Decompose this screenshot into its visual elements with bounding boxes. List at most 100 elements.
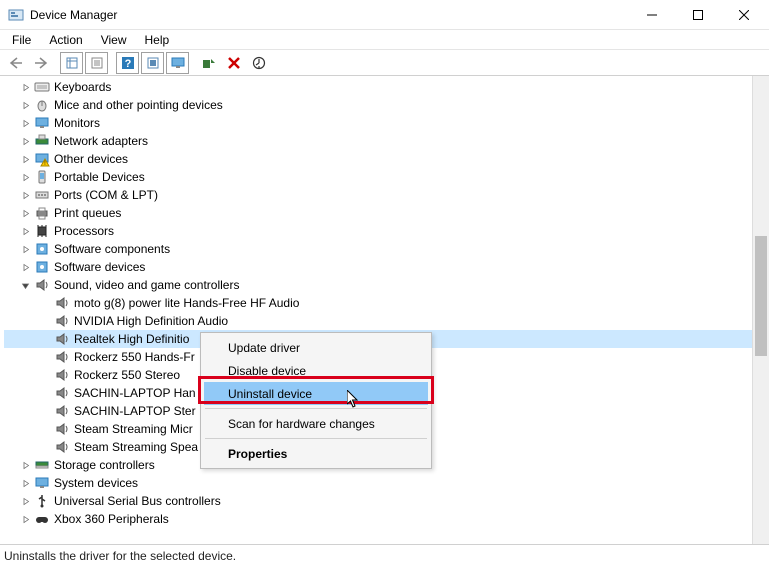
speaker-icon: [54, 385, 70, 401]
speaker-icon: [54, 367, 70, 383]
tree-category-label: Universal Serial Bus controllers: [54, 494, 221, 508]
statusbar: Uninstalls the driver for the selected d…: [0, 544, 769, 566]
context-menu-item[interactable]: Disable device: [204, 359, 428, 382]
cpu-icon: [34, 223, 50, 239]
menu-action[interactable]: Action: [41, 32, 90, 48]
scrollbar-thumb[interactable]: [755, 236, 767, 356]
device-tree[interactable]: Keyboards Mice and other pointing devices…: [0, 76, 752, 544]
expand-toggle[interactable]: [18, 188, 32, 202]
menubar: File Action View Help: [0, 30, 769, 50]
tree-category[interactable]: Processors: [4, 222, 752, 240]
tree-category-label: Mice and other pointing devices: [54, 98, 223, 112]
tree-category[interactable]: System devices: [4, 474, 752, 492]
context-menu-item[interactable]: Properties: [204, 442, 428, 465]
tree-category[interactable]: Keyboards: [4, 78, 752, 96]
tree-category[interactable]: Monitors: [4, 114, 752, 132]
expand-toggle[interactable]: [18, 116, 32, 130]
tree-category[interactable]: Sound, video and game controllers: [4, 276, 752, 294]
tree-category-label: Keyboards: [54, 80, 111, 94]
port-icon: [34, 187, 50, 203]
context-menu-separator: [205, 408, 427, 409]
speaker-icon: [54, 421, 70, 437]
expand-toggle[interactable]: [18, 134, 32, 148]
system-icon: [34, 475, 50, 491]
expand-toggle[interactable]: [18, 494, 32, 508]
vertical-scrollbar[interactable]: [752, 76, 769, 544]
tree-device-label: Rockerz 550 Hands-Fr: [74, 350, 195, 364]
tree-category-label: Processors: [54, 224, 114, 238]
expand-toggle[interactable]: [18, 242, 32, 256]
expand-toggle[interactable]: [18, 278, 32, 292]
storage-icon: [34, 457, 50, 473]
component-icon: [34, 241, 50, 257]
minimize-button[interactable]: [629, 0, 675, 30]
context-menu-separator: [205, 438, 427, 439]
context-menu-item[interactable]: Uninstall device: [204, 382, 428, 405]
devices-button[interactable]: [247, 52, 270, 74]
expand-toggle[interactable]: [18, 458, 32, 472]
uninstall-button[interactable]: [222, 52, 245, 74]
tree-category[interactable]: ! Other devices: [4, 150, 752, 168]
monitor-button[interactable]: [166, 52, 189, 74]
forward-button[interactable]: [29, 52, 52, 74]
menu-view[interactable]: View: [93, 32, 135, 48]
expand-toggle[interactable]: [18, 98, 32, 112]
toolbar: ?: [0, 50, 769, 76]
tree-category[interactable]: Ports (COM & LPT): [4, 186, 752, 204]
speaker-icon: [34, 277, 50, 293]
expand-toggle[interactable]: [18, 152, 32, 166]
update-driver-button[interactable]: [141, 52, 164, 74]
menu-file[interactable]: File: [4, 32, 39, 48]
speaker-icon: [54, 349, 70, 365]
mouse-icon: [34, 97, 50, 113]
content-area: Keyboards Mice and other pointing devices…: [0, 76, 769, 544]
speaker-icon: [54, 295, 70, 311]
expand-toggle[interactable]: [18, 512, 32, 526]
tree-category[interactable]: Software devices: [4, 258, 752, 276]
tree-category-label: Sound, video and game controllers: [54, 278, 239, 292]
tree-device-label: SACHIN-LAPTOP Han: [74, 386, 196, 400]
context-menu-item[interactable]: Update driver: [204, 336, 428, 359]
expand-toggle[interactable]: [18, 206, 32, 220]
warning-icon: !: [34, 151, 50, 167]
tree-device-label: Steam Streaming Spea: [74, 440, 198, 454]
tree-category[interactable]: Mice and other pointing devices: [4, 96, 752, 114]
monitor-icon: [34, 115, 50, 131]
help-button[interactable]: ?: [116, 52, 139, 74]
tree-category-label: Software components: [54, 242, 170, 256]
speaker-icon: [54, 403, 70, 419]
window-title: Device Manager: [30, 8, 117, 22]
tree-category-label: Network adapters: [54, 134, 148, 148]
speaker-icon: [54, 331, 70, 347]
scan-hardware-button[interactable]: [197, 52, 220, 74]
tree-device[interactable]: moto g(8) power lite Hands-Free HF Audio: [4, 294, 752, 312]
expand-toggle[interactable]: [18, 224, 32, 238]
tree-category-label: Monitors: [54, 116, 100, 130]
tree-category[interactable]: Network adapters: [4, 132, 752, 150]
tree-category[interactable]: Software components: [4, 240, 752, 258]
context-menu: Update driverDisable deviceUninstall dev…: [200, 332, 432, 469]
tree-category[interactable]: Portable Devices: [4, 168, 752, 186]
expand-toggle[interactable]: [18, 80, 32, 94]
show-hidden-button[interactable]: [60, 52, 83, 74]
tree-category[interactable]: Universal Serial Bus controllers: [4, 492, 752, 510]
maximize-button[interactable]: [675, 0, 721, 30]
tree-category-label: Print queues: [54, 206, 121, 220]
back-button[interactable]: [4, 52, 27, 74]
portable-icon: [34, 169, 50, 185]
expand-toggle[interactable]: [18, 260, 32, 274]
close-button[interactable]: [721, 0, 767, 30]
usb-icon: [34, 493, 50, 509]
expand-toggle[interactable]: [18, 476, 32, 490]
svg-text:?: ?: [124, 58, 131, 70]
properties-button[interactable]: [85, 52, 108, 74]
gamepad-icon: [34, 511, 50, 527]
context-menu-item[interactable]: Scan for hardware changes: [204, 412, 428, 435]
tree-device[interactable]: NVIDIA High Definition Audio: [4, 312, 752, 330]
tree-device-label: moto g(8) power lite Hands-Free HF Audio: [74, 296, 299, 310]
tree-category[interactable]: Xbox 360 Peripherals: [4, 510, 752, 528]
tree-category-label: Other devices: [54, 152, 128, 166]
expand-toggle[interactable]: [18, 170, 32, 184]
tree-category[interactable]: Print queues: [4, 204, 752, 222]
menu-help[interactable]: Help: [137, 32, 178, 48]
